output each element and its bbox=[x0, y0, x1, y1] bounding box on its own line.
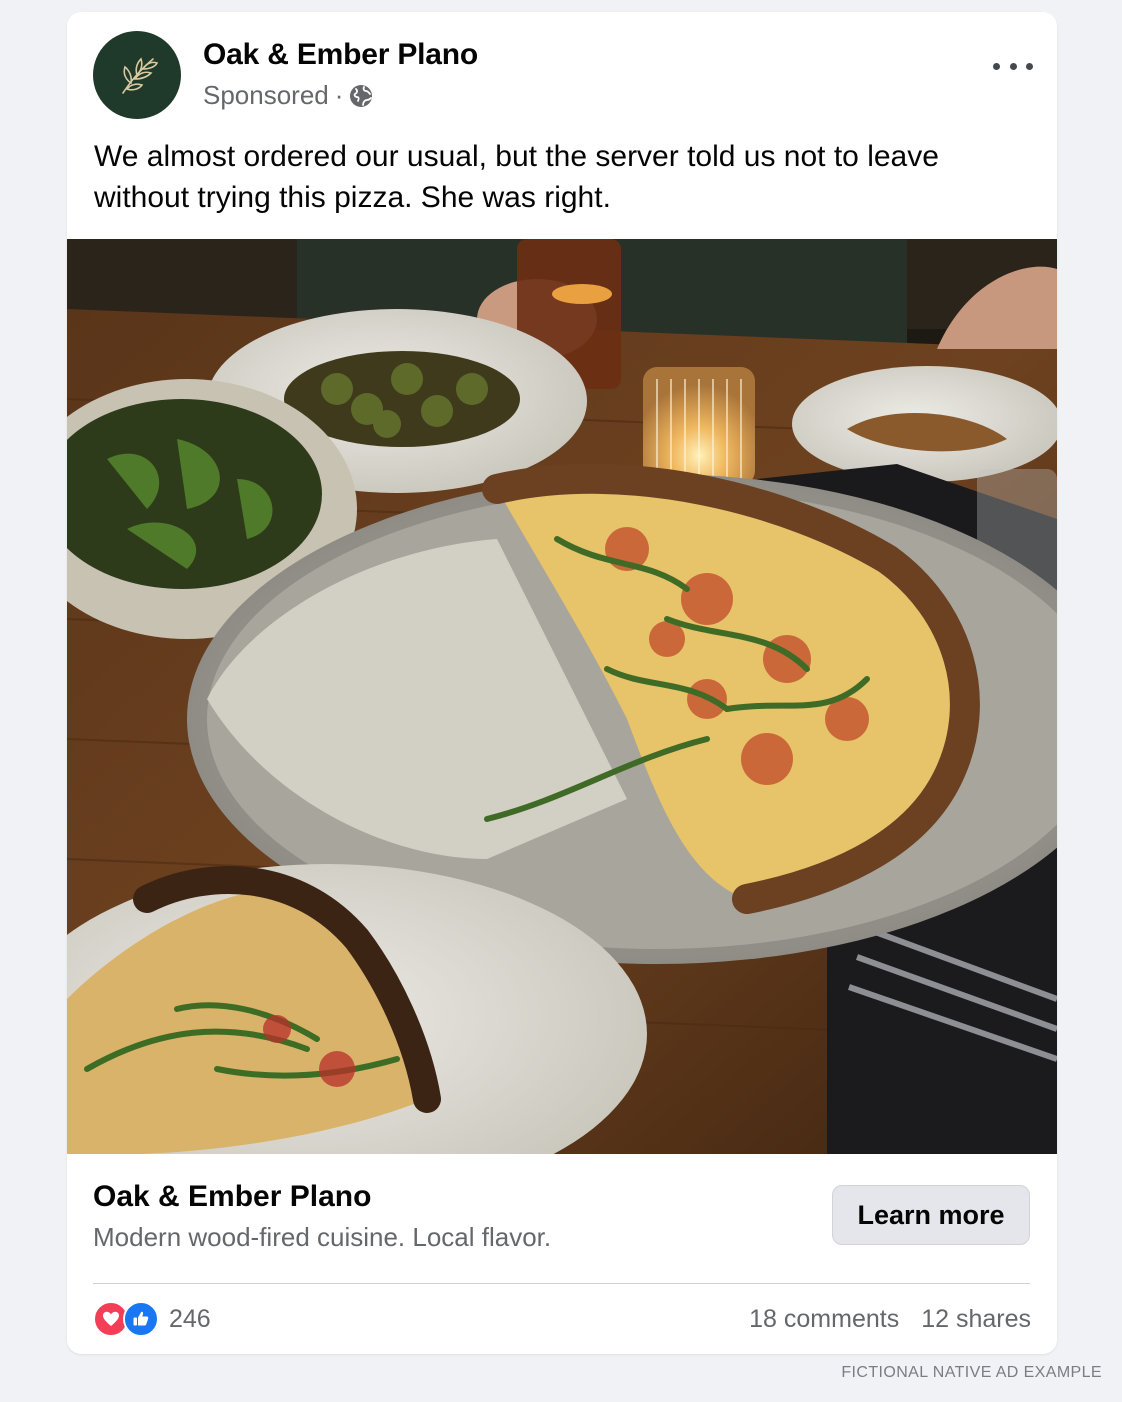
watermark-label: FICTIONAL NATIVE AD EXAMPLE bbox=[841, 1364, 1102, 1381]
post-text: We almost ordered our usual, but the ser… bbox=[94, 140, 939, 214]
more-dot bbox=[1009, 62, 1017, 70]
divider bbox=[93, 1283, 1030, 1284]
ad-title[interactable]: Oak & Ember Plano bbox=[93, 1180, 371, 1214]
pizza-table-photo bbox=[67, 239, 1057, 1154]
engagement-stats: 18 comments 12 shares bbox=[749, 1300, 1031, 1338]
post-header: Oak & Ember Plano Sponsored · bbox=[67, 12, 1057, 132]
globe-icon bbox=[350, 84, 373, 107]
page-name[interactable]: Oak & Ember Plano bbox=[203, 38, 478, 72]
meta-separator: · bbox=[334, 80, 344, 110]
more-dot bbox=[1026, 62, 1033, 70]
shares-link[interactable]: 12 shares bbox=[921, 1305, 1031, 1334]
reaction-summary[interactable]: 246 bbox=[93, 1300, 211, 1338]
more-dot bbox=[993, 62, 1000, 70]
learn-more-button[interactable]: Learn more bbox=[832, 1185, 1030, 1245]
ad-description: Modern wood-fired cuisine. Local flavor. bbox=[93, 1222, 552, 1252]
olive-branch-icon bbox=[122, 57, 159, 94]
post-photo[interactable] bbox=[67, 239, 1057, 1154]
page-avatar[interactable] bbox=[93, 31, 181, 119]
ad-post-card: Oak & Ember Plano Sponsored · We almost … bbox=[67, 12, 1057, 1354]
sponsored-label[interactable]: Sponsored bbox=[203, 80, 329, 111]
ad-footer: Oak & Ember Plano Modern wood-fired cuis… bbox=[67, 1154, 1057, 1354]
post-meta: Sponsored · bbox=[203, 80, 373, 111]
more-options-button[interactable] bbox=[993, 56, 1033, 76]
reaction-count: 246 bbox=[169, 1304, 211, 1333]
like-icon bbox=[123, 1301, 159, 1337]
comments-link[interactable]: 18 comments bbox=[749, 1305, 899, 1334]
